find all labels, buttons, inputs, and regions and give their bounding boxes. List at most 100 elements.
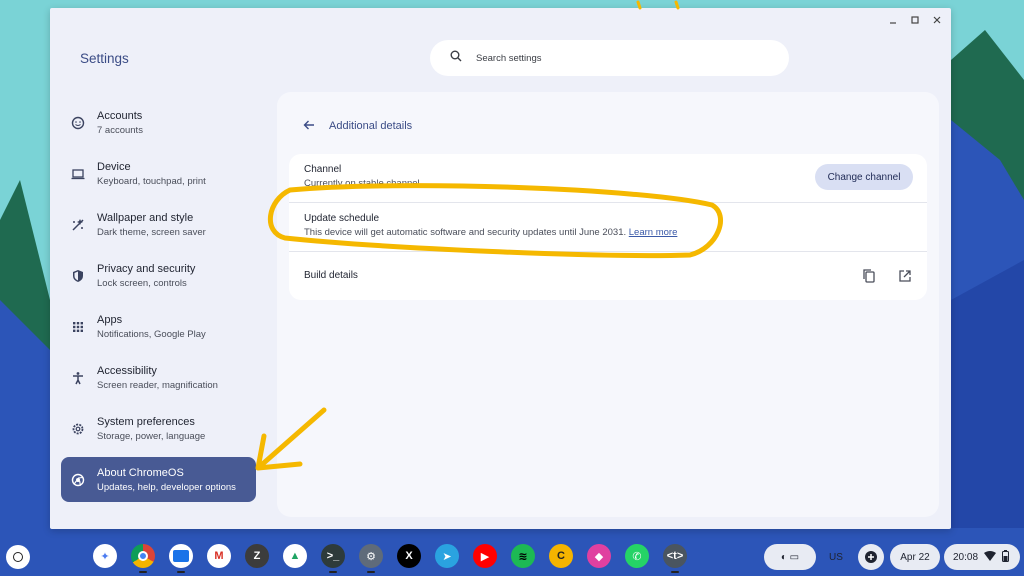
capture-icon: ◐ ▭	[780, 551, 800, 563]
divider	[289, 251, 927, 252]
ime-indicator[interactable]: US	[824, 544, 848, 570]
spotify-icon: ≋	[518, 550, 528, 563]
details-card: Channel Currently on stable channel Chan…	[289, 154, 927, 300]
whatsapp-icon: ✆	[632, 550, 642, 563]
shield-icon	[71, 269, 85, 283]
account-icon	[71, 116, 85, 130]
sidebar-item-wallpaper[interactable]: Wallpaper and style Dark theme, screen s…	[61, 202, 256, 247]
page-title: Additional details	[329, 120, 413, 132]
palette-icon	[71, 218, 85, 232]
shelf-app-pink-app[interactable]: ◆	[587, 544, 611, 568]
zotero-icon: Z	[253, 550, 261, 562]
c-app-icon: C	[557, 550, 565, 562]
shelf-app-text-app[interactable]: <t>	[663, 544, 687, 573]
sidebar-item-label: Accounts	[97, 109, 143, 122]
shelf-app-whatsapp[interactable]: ✆	[625, 544, 649, 568]
sidebar-item-accounts[interactable]: Accounts 7 accounts	[61, 100, 256, 145]
divider	[289, 202, 927, 203]
update-schedule-subtitle: This device will get automatic software …	[304, 227, 927, 238]
sidebar-item-label: Device	[97, 160, 131, 173]
chrome-icon	[138, 551, 148, 561]
clock: 20:08	[953, 551, 979, 563]
search-placeholder: Search settings	[476, 52, 542, 64]
shelf-app-drive[interactable]: ▲	[283, 544, 307, 568]
shelf-app-gmail[interactable]: M	[207, 544, 231, 568]
window-controls	[885, 12, 945, 28]
shelf: ✦ M Z ▲ >_ ⚙ X ➤ ▶ ≋ C ◆ ✆ <t> ◐ ▭ US Apr 22 20:08	[0, 539, 1024, 576]
shelf-app-zotero[interactable]: Z	[245, 544, 269, 568]
shelf-app-terminal[interactable]: >_	[321, 544, 345, 573]
sidebar-item-sublabel: Notifications, Google Play	[97, 328, 206, 340]
shelf-app-spotify[interactable]: ≋	[511, 544, 535, 568]
maximize-icon[interactable]	[907, 12, 923, 28]
sidebar-item-accessibility[interactable]: Accessibility Screen reader, magnificati…	[61, 355, 256, 400]
sidebar-item-label: Privacy and security	[97, 262, 196, 275]
build-details-title: Build details	[304, 270, 358, 281]
sidebar-item-sublabel: 7 accounts	[97, 124, 143, 136]
shelf-app-settings[interactable]: ⚙	[359, 544, 383, 573]
sidebar-item-sublabel: Lock screen, controls	[97, 277, 187, 289]
subpage-header: Additional details	[303, 118, 412, 134]
open-in-new-icon[interactable]	[897, 268, 913, 284]
shelf-app-youtube[interactable]: ▶	[473, 544, 497, 568]
sidebar-item-label: Apps	[97, 313, 123, 326]
shelf-app-c-app[interactable]: C	[549, 544, 573, 568]
battery-icon	[1002, 549, 1010, 565]
app-title: Settings	[80, 51, 129, 66]
pink-app-icon: ◆	[594, 550, 604, 563]
shelf-apps: ✦ M Z ▲ >_ ⚙ X ➤ ▶ ≋ C ◆ ✆ <t>	[93, 544, 687, 573]
chromeos-icon	[71, 473, 85, 487]
files-icon	[173, 550, 189, 562]
update-schedule-title: Update schedule	[304, 213, 380, 224]
launcher-button[interactable]	[6, 545, 30, 569]
back-arrow-icon[interactable]	[303, 118, 315, 134]
sidebar-item-sublabel: Updates, help, developer options	[97, 481, 236, 493]
x-icon: X	[405, 550, 413, 562]
sidebar: Accounts 7 accounts Device Keyboard, tou…	[61, 100, 256, 508]
sidebar-item-device[interactable]: Device Keyboard, touchpad, print	[61, 151, 256, 196]
sidebar-item-sublabel: Screen reader, magnification	[97, 379, 218, 391]
gmail-icon: M	[214, 550, 224, 562]
text-app-icon: <t>	[666, 550, 684, 562]
sidebar-item-apps[interactable]: Apps Notifications, Google Play	[61, 304, 256, 349]
build-details-row[interactable]: Build details	[289, 270, 927, 281]
sidebar-item-label: Accessibility	[97, 364, 157, 377]
update-schedule-text: This device will get automatic software …	[304, 227, 627, 238]
launcher-icon	[13, 552, 23, 562]
copy-icon[interactable]	[861, 268, 877, 284]
gemini-icon: ✦	[100, 550, 110, 563]
sidebar-item-label: Wallpaper and style	[97, 211, 194, 224]
sidebar-item-about-chromeos[interactable]: About ChromeOS Updates, help, developer …	[61, 457, 256, 502]
change-channel-button[interactable]: Change channel	[815, 164, 913, 190]
shelf-app-gemini[interactable]: ✦	[93, 544, 117, 568]
sidebar-item-sublabel: Storage, power, language	[97, 430, 206, 442]
minimize-icon[interactable]	[885, 12, 901, 28]
shelf-app-telegram[interactable]: ➤	[435, 544, 459, 568]
drive-icon: ▲	[289, 550, 301, 562]
screen-capture-tray[interactable]: ◐ ▭	[764, 544, 816, 570]
shelf-app-x[interactable]: X	[397, 544, 421, 568]
status-tray[interactable]: 20:08	[944, 544, 1020, 570]
date-tray[interactable]: Apr 22	[890, 544, 940, 570]
search-input[interactable]: Search settings	[430, 40, 789, 76]
learn-more-link[interactable]: Learn more	[629, 227, 678, 238]
youtube-icon: ▶	[480, 550, 490, 563]
sidebar-item-sublabel: Keyboard, touchpad, print	[97, 175, 206, 187]
laptop-icon	[71, 167, 85, 181]
search-icon	[450, 49, 462, 67]
sidebar-item-privacy[interactable]: Privacy and security Lock screen, contro…	[61, 253, 256, 298]
gear-icon	[71, 422, 85, 436]
main-panel: Additional details Channel Currently on …	[277, 92, 939, 517]
accessibility-icon	[71, 371, 85, 385]
shelf-app-chrome[interactable]	[131, 544, 155, 573]
add-icon[interactable]	[858, 544, 884, 570]
sidebar-item-label: About ChromeOS	[97, 466, 184, 479]
shelf-app-files[interactable]	[169, 544, 193, 573]
wifi-icon	[984, 550, 997, 564]
settings-window: Settings Search settings Accounts 7 acco…	[50, 8, 951, 529]
settings-icon: ⚙	[366, 550, 376, 563]
close-icon[interactable]	[929, 12, 945, 28]
sidebar-item-sublabel: Dark theme, screen saver	[97, 226, 206, 238]
terminal-icon: >_	[326, 550, 340, 562]
sidebar-item-system-preferences[interactable]: System preferences Storage, power, langu…	[61, 406, 256, 451]
